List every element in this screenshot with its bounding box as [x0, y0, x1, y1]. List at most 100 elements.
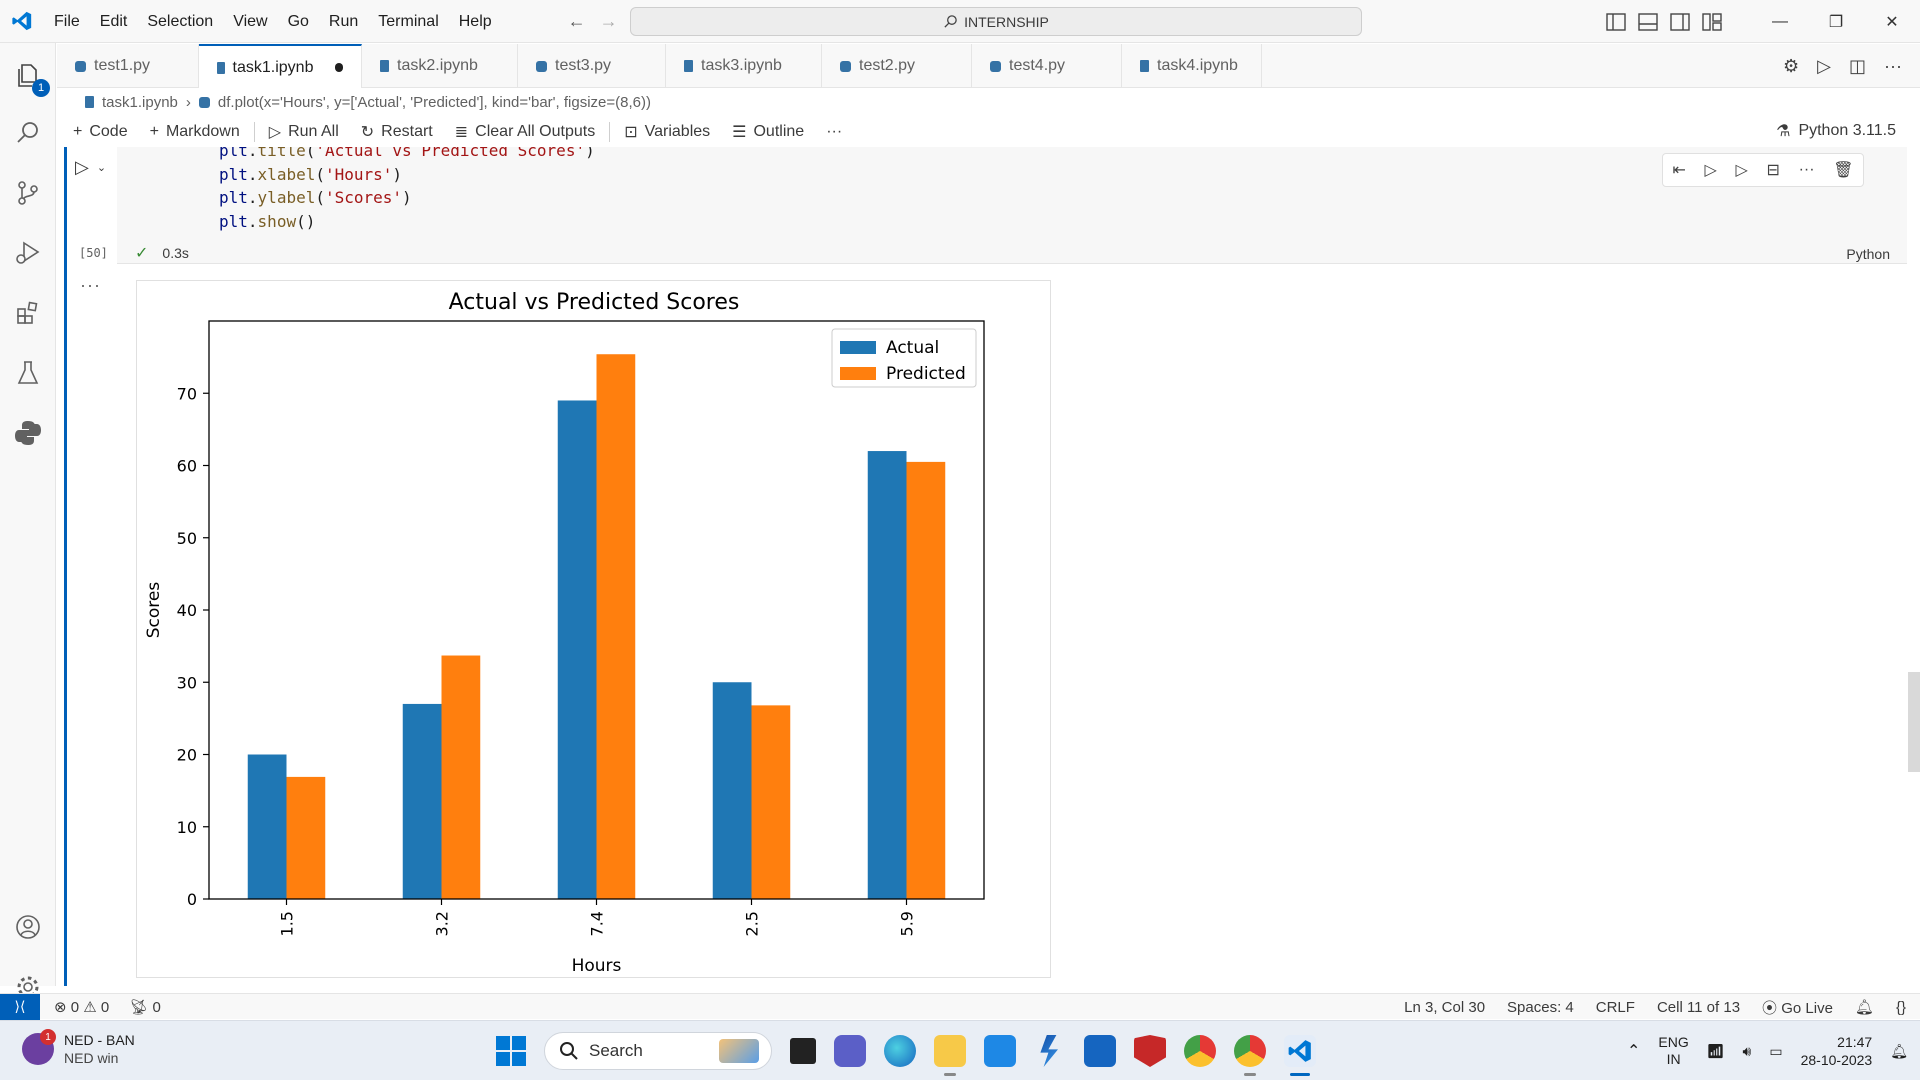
menu-help[interactable]: Help	[449, 0, 502, 43]
volume-icon[interactable]: 🔊︎	[1743, 1043, 1752, 1060]
notebook-file-icon	[1140, 60, 1149, 72]
menu-edit[interactable]: Edit	[90, 0, 138, 43]
clock-time: 21:47	[1837, 1034, 1873, 1050]
menu-go[interactable]: Go	[278, 0, 319, 43]
vscode-taskbar-icon[interactable]	[1284, 1035, 1316, 1076]
edge-browser-icon[interactable]	[884, 1035, 916, 1067]
split-editor-icon[interactable]: ◫	[1849, 56, 1866, 77]
tab-task4-ipynb[interactable]: task4.ipynb	[1122, 44, 1262, 88]
menu-terminal[interactable]: Terminal	[368, 0, 448, 43]
accounts-icon[interactable]	[0, 899, 56, 955]
taskbar-search[interactable]: Search	[544, 1032, 772, 1070]
microsoft-store-icon[interactable]	[1084, 1035, 1116, 1067]
clear-outputs-button[interactable]: ≣ Clear All Outputs	[455, 122, 595, 142]
power-automate-icon[interactable]	[1040, 1035, 1058, 1067]
menu-view[interactable]: View	[223, 0, 277, 43]
notebook-settings-gear-icon[interactable]: ⚙	[1783, 56, 1799, 77]
widgets-button[interactable]: 1 NED - BAN NED win	[22, 1029, 135, 1067]
show-hidden-icons-chevron-icon[interactable]: ⌃	[1627, 1041, 1640, 1061]
tab-test3-py[interactable]: test3.py	[518, 44, 666, 88]
tab-test2-py[interactable]: test2.py	[822, 44, 972, 88]
outline-button[interactable]: ☰ Outline	[732, 122, 804, 142]
notifications-bell-icon[interactable]: 🔔︎	[1855, 998, 1874, 1016]
back-arrow-icon[interactable]: ←	[568, 11, 586, 32]
ports-indicator[interactable]: 📡︎ 0	[129, 998, 161, 1016]
tab-test1-py[interactable]: test1.py	[57, 44, 199, 88]
testing-flask-icon[interactable]	[0, 345, 56, 401]
wifi-icon[interactable]: 📶︎	[1707, 1043, 1725, 1060]
run-options-chevron-icon[interactable]: ⌄	[97, 157, 106, 178]
toggle-secondary-sidebar-icon[interactable]	[1670, 12, 1690, 31]
breadcrumb-file[interactable]: task1.ipynb	[102, 94, 178, 111]
close-icon[interactable]: ✕	[1864, 0, 1920, 43]
restore-icon[interactable]: ❐	[1808, 0, 1864, 43]
battery-icon[interactable]: ▭	[1769, 1043, 1782, 1060]
editor-scrollbar[interactable]	[1908, 672, 1920, 772]
forward-arrow-icon[interactable]: →	[600, 11, 618, 32]
tab-task1-ipynb[interactable]: task1.ipynb	[199, 44, 362, 89]
menu-file[interactable]: File	[44, 0, 90, 43]
outline-list-icon: ☰	[732, 124, 747, 141]
code-cell-input[interactable]: plt.title('Actual vs Predicted Scores') …	[117, 147, 1907, 264]
unsaved-dot-icon[interactable]	[335, 63, 343, 72]
more-actions-icon[interactable]: ···	[1884, 56, 1902, 77]
run-all-button[interactable]: ▷ Run All	[269, 122, 339, 142]
line-endings[interactable]: CRLF	[1596, 999, 1635, 1016]
notification-center-icon[interactable]: 🔔︎	[1890, 1043, 1908, 1060]
breadcrumb-symbol[interactable]: df.plot(x='Hours', y=['Actual', 'Predict…	[218, 94, 651, 111]
run-debug-icon[interactable]	[0, 225, 56, 281]
mail-icon[interactable]	[984, 1035, 1016, 1067]
meet-chat-icon[interactable]	[834, 1035, 866, 1067]
clock[interactable]: 21:47 28-10-2023	[1801, 1033, 1873, 1069]
extensions-icon[interactable]	[0, 285, 56, 341]
explorer-icon[interactable]: 1	[0, 47, 56, 103]
task-view-icon[interactable]	[790, 1038, 816, 1064]
python-icon[interactable]	[0, 405, 56, 461]
restart-button[interactable]: ↻ Restart	[361, 122, 433, 142]
toolbar-more-button[interactable]: ···	[826, 123, 842, 141]
mcafee-icon[interactable]	[1134, 1035, 1166, 1067]
source-control-icon[interactable]	[0, 165, 56, 221]
customize-layout-icon[interactable]	[1702, 12, 1722, 31]
kernel-picker[interactable]: ⚗ Python 3.11.5	[1776, 121, 1896, 141]
tab-task3-ipynb[interactable]: task3.ipynb	[666, 44, 822, 88]
toggle-sidebar-icon[interactable]	[1606, 12, 1626, 31]
run-cell-icon[interactable]: ▷	[75, 157, 89, 178]
variables-button[interactable]: ⊡ Variables	[624, 122, 710, 142]
menu-bar: File Edit Selection View Go Run Terminal…	[44, 0, 502, 43]
indentation[interactable]: Spaces: 4	[1507, 999, 1574, 1016]
tab-task2-ipynb[interactable]: task2.ipynb	[362, 44, 518, 88]
run-file-icon[interactable]: ▷	[1817, 56, 1831, 77]
output-more-icon[interactable]: ···	[80, 275, 101, 296]
add-code-cell-button[interactable]: + Code	[73, 123, 128, 141]
python-cell-icon	[198, 96, 210, 108]
cursor-position[interactable]: Ln 3, Col 30	[1404, 999, 1485, 1016]
delete-cell-trash-icon[interactable]: 🗑	[1833, 160, 1853, 180]
cell-more-icon[interactable]: ···	[1799, 161, 1815, 179]
menu-run[interactable]: Run	[319, 0, 368, 43]
cell-position[interactable]: Cell 11 of 13	[1657, 999, 1740, 1016]
go-live-button[interactable]: ⦿ Go Live	[1762, 997, 1833, 1018]
file-explorer-icon[interactable]	[934, 1035, 966, 1076]
minimize-icon[interactable]: —	[1752, 0, 1808, 43]
toggle-panel-icon[interactable]	[1638, 12, 1658, 31]
chrome-icon[interactable]	[1184, 1035, 1216, 1067]
tab-test4-py[interactable]: test4.py	[972, 44, 1122, 88]
cell-language[interactable]: Python	[1846, 246, 1890, 262]
execute-below-icon[interactable]: ▷	[1735, 160, 1747, 180]
start-windows-icon[interactable]	[496, 1036, 526, 1066]
problems-indicator[interactable]: ⊗ 0 ⚠ 0	[54, 998, 109, 1016]
chevron-right-icon: ›	[185, 93, 191, 111]
chart-legend: Actual Predicted	[831, 328, 977, 388]
chrome-profile-icon[interactable]	[1234, 1035, 1266, 1076]
input-language[interactable]: ENG IN	[1658, 1034, 1688, 1068]
remote-indicator-icon[interactable]: ⟩⟨	[0, 993, 40, 1020]
copilot-braces-icon[interactable]: {}	[1896, 999, 1906, 1016]
command-center[interactable]: INTERNSHIP	[630, 7, 1362, 36]
menu-selection[interactable]: Selection	[137, 0, 223, 43]
add-markdown-cell-button[interactable]: + Markdown	[150, 123, 240, 141]
split-cell-icon[interactable]: ⊟	[1766, 160, 1779, 180]
search-icon[interactable]	[0, 105, 56, 161]
execute-above-icon[interactable]: ⇤	[1672, 160, 1685, 180]
execute-cell-icon[interactable]: ▷	[1704, 160, 1716, 180]
